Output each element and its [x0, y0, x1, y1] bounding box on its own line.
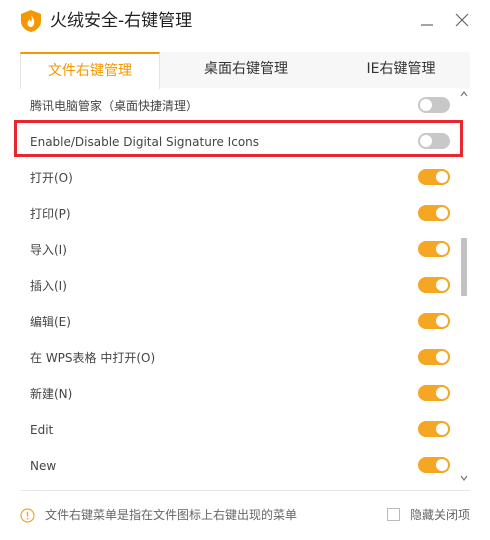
info-icon [20, 508, 35, 523]
list-item: 新建(N) [20, 376, 458, 412]
item-label: New [30, 459, 57, 473]
toggle-knob [436, 423, 448, 435]
list-item: New [20, 448, 458, 484]
window-title: 火绒安全-右键管理 [50, 11, 193, 31]
item-label: Edit [30, 423, 54, 437]
toggle-knob [436, 243, 448, 255]
item-label: 插入(I) [30, 279, 67, 293]
tab-desktop-context-menu[interactable]: 桌面右键管理 [160, 52, 332, 88]
list-item: 在 WPS表格 中打开(O) [20, 340, 458, 376]
list-item: 插入(I) [20, 268, 458, 304]
item-label: 打开(O) [30, 171, 73, 185]
toggle-switch[interactable] [418, 241, 450, 257]
list-item: 打印(P) [20, 196, 458, 232]
toggle-knob [436, 351, 448, 363]
toggle-switch[interactable] [418, 97, 450, 113]
close-icon[interactable] [450, 8, 474, 32]
toggle-switch[interactable] [418, 385, 450, 401]
list-item: 打开(O) [20, 160, 458, 196]
tab-ie-context-menu[interactable]: IE右键管理 [332, 52, 470, 88]
title-bar: 火绒安全-右键管理 [0, 0, 490, 44]
huorong-logo-icon [21, 10, 41, 32]
toggle-switch[interactable] [418, 205, 450, 221]
scrollbar[interactable] [458, 88, 470, 484]
toggle-switch[interactable] [418, 421, 450, 437]
item-label: 打印(P) [30, 207, 71, 221]
toggle-knob [420, 135, 432, 147]
toggle-switch[interactable] [418, 277, 450, 293]
item-label: 在 WPS表格 中打开(O) [30, 351, 156, 365]
toggle-knob [420, 99, 432, 111]
list-item: 导入(I) [20, 232, 458, 268]
tab-file-context-menu[interactable]: 文件右键管理 [20, 52, 160, 89]
list-item: Edit [20, 412, 458, 448]
item-label: 腾讯电脑管家（桌面快捷清理） [30, 99, 199, 113]
list-item: Enable/Disable Digital Signature Icons [20, 124, 458, 160]
toggle-knob [436, 171, 448, 183]
item-label: Enable/Disable Digital Signature Icons [30, 135, 260, 149]
toggle-knob [436, 387, 448, 399]
item-label: 编辑(E) [30, 315, 71, 329]
list-item: 编辑(E) [20, 304, 458, 340]
toggle-switch[interactable] [418, 457, 450, 473]
toggle-knob [436, 207, 448, 219]
toggle-switch[interactable] [418, 133, 450, 149]
list-item: 腾讯电脑管家（桌面快捷清理） [20, 88, 458, 124]
hide-closed-checkbox[interactable] [387, 508, 400, 521]
tab-bar: 桌面右键管理 IE右键管理 文件右键管理 [20, 52, 470, 89]
context-menu-list: 腾讯电脑管家（桌面快捷清理） Enable/Disable Digital Si… [20, 88, 458, 484]
toggle-switch[interactable] [418, 349, 450, 365]
scroll-down-arrow-icon[interactable] [460, 474, 468, 482]
toggle-switch[interactable] [418, 169, 450, 185]
footer-hint: 文件右键菜单是指在文件图标上右键出现的菜单 [45, 508, 298, 522]
minimize-icon[interactable] [415, 8, 439, 32]
scroll-thumb[interactable] [461, 238, 467, 296]
hide-closed-label[interactable]: 隐藏关闭项 [410, 506, 470, 524]
toggle-knob [436, 315, 448, 327]
item-label: 导入(I) [30, 243, 67, 257]
item-label: 新建(N) [30, 387, 73, 401]
footer-divider [20, 490, 470, 491]
toggle-switch[interactable] [418, 313, 450, 329]
toggle-knob [436, 459, 448, 471]
toggle-knob [436, 279, 448, 291]
scroll-up-arrow-icon[interactable] [460, 90, 468, 98]
